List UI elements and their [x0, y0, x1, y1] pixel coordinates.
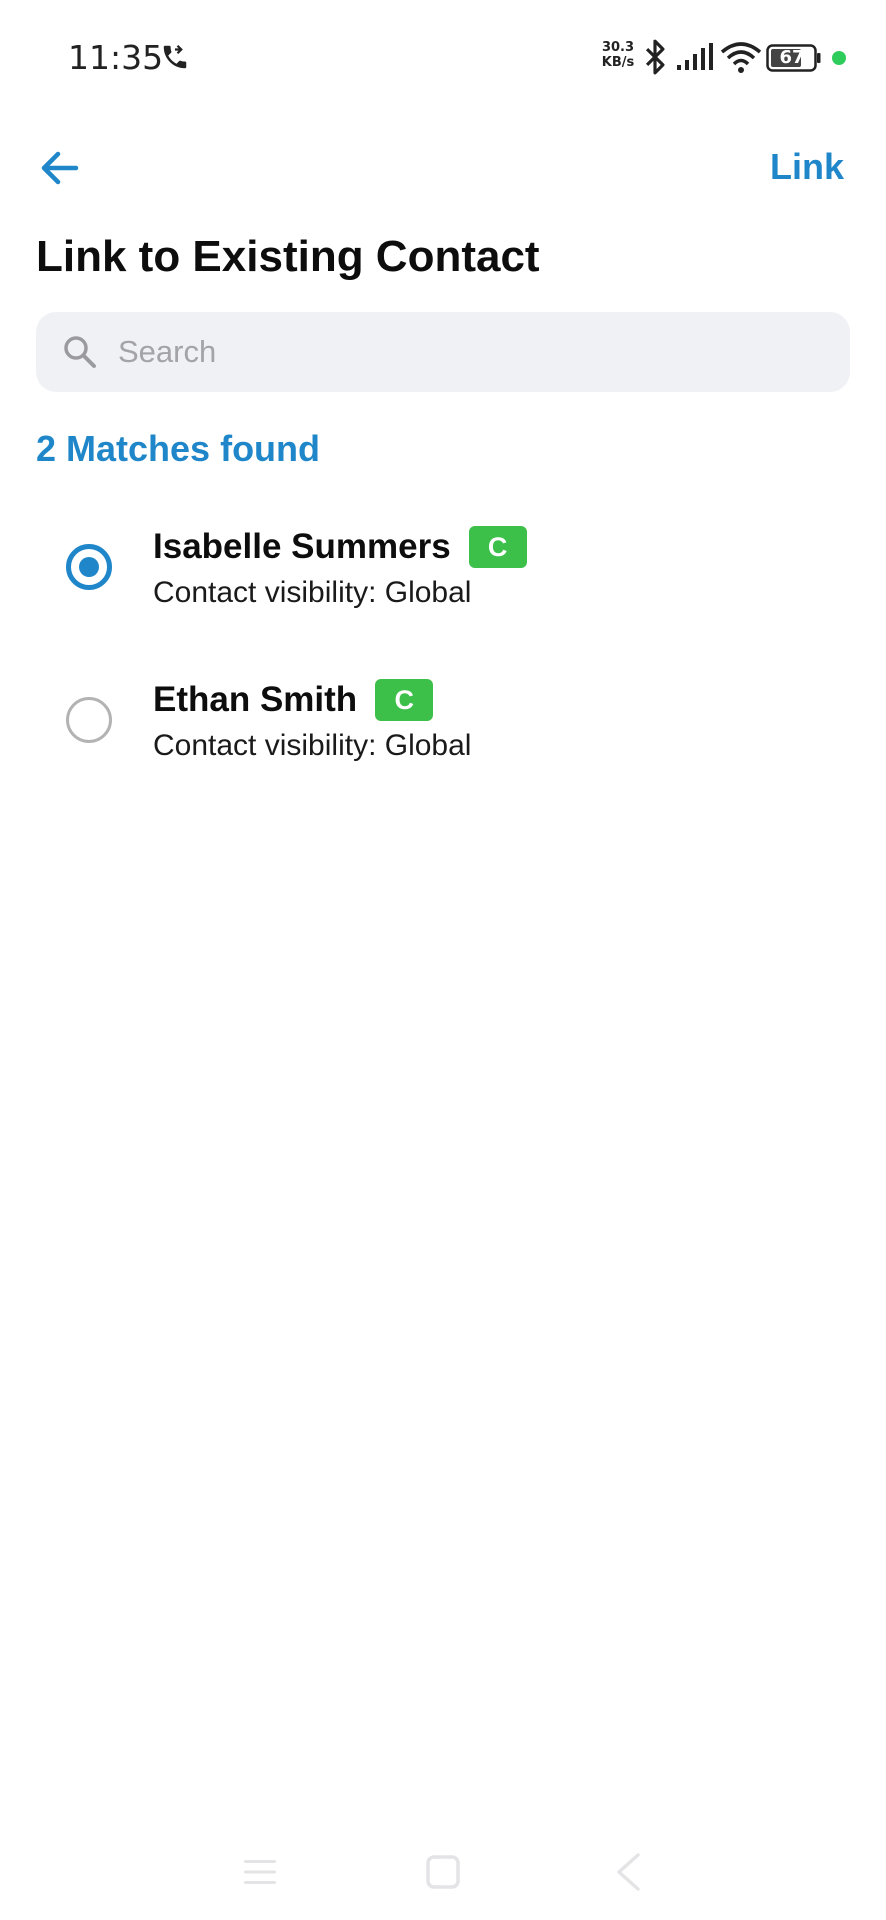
- contact-name-row: Isabelle Summers C: [153, 524, 527, 570]
- page-title: Link to Existing Contact: [36, 232, 540, 281]
- network-speed-unit: KB/s: [601, 55, 635, 70]
- contact-name: Isabelle Summers: [153, 527, 451, 566]
- contact-item-ethan-smith[interactable]: Ethan Smith C Contact visibility: Global: [0, 663, 886, 816]
- matches-count: 2 Matches found: [36, 428, 321, 469]
- contact-type-badge: C: [375, 679, 434, 721]
- contact-name-row: Ethan Smith C: [153, 677, 434, 723]
- menu-icon[interactable]: [243, 1856, 277, 1888]
- arrow-left-icon: [41, 151, 79, 185]
- call-icon: [163, 44, 187, 69]
- contact-name: Ethan Smith: [153, 680, 358, 719]
- contact-visibility: Contact visibility: Global: [153, 576, 472, 609]
- home-icon[interactable]: [425, 1854, 461, 1890]
- system-nav-bar: [0, 1830, 886, 1920]
- bluetooth-icon: [645, 39, 665, 75]
- back-button[interactable]: [36, 140, 92, 196]
- network-speed: 30.3 KB/s: [600, 40, 636, 70]
- link-button[interactable]: Link: [770, 146, 844, 188]
- contact-type-badge: C: [468, 526, 527, 568]
- signal-icon: [677, 43, 713, 70]
- back-icon[interactable]: [614, 1852, 642, 1892]
- contact-item-isabelle-summers[interactable]: Isabelle Summers C Contact visibility: G…: [0, 510, 886, 663]
- status-dot: [832, 51, 846, 65]
- search-bar[interactable]: [36, 312, 850, 392]
- contact-list: Isabelle Summers C Contact visibility: G…: [0, 510, 886, 816]
- network-speed-value: 30.3: [601, 40, 635, 55]
- status-time: 11:35: [68, 38, 164, 77]
- battery-level: 67: [779, 47, 805, 68]
- search-icon: [64, 336, 96, 368]
- status-bar: 11:35 30.3 KB/s 67: [0, 0, 886, 110]
- contact-visibility: Contact visibility: Global: [153, 729, 472, 762]
- wifi-icon: [720, 42, 762, 73]
- search-input[interactable]: [118, 312, 818, 392]
- radio-button-unselected[interactable]: [66, 697, 112, 743]
- radio-button-selected[interactable]: [66, 544, 112, 590]
